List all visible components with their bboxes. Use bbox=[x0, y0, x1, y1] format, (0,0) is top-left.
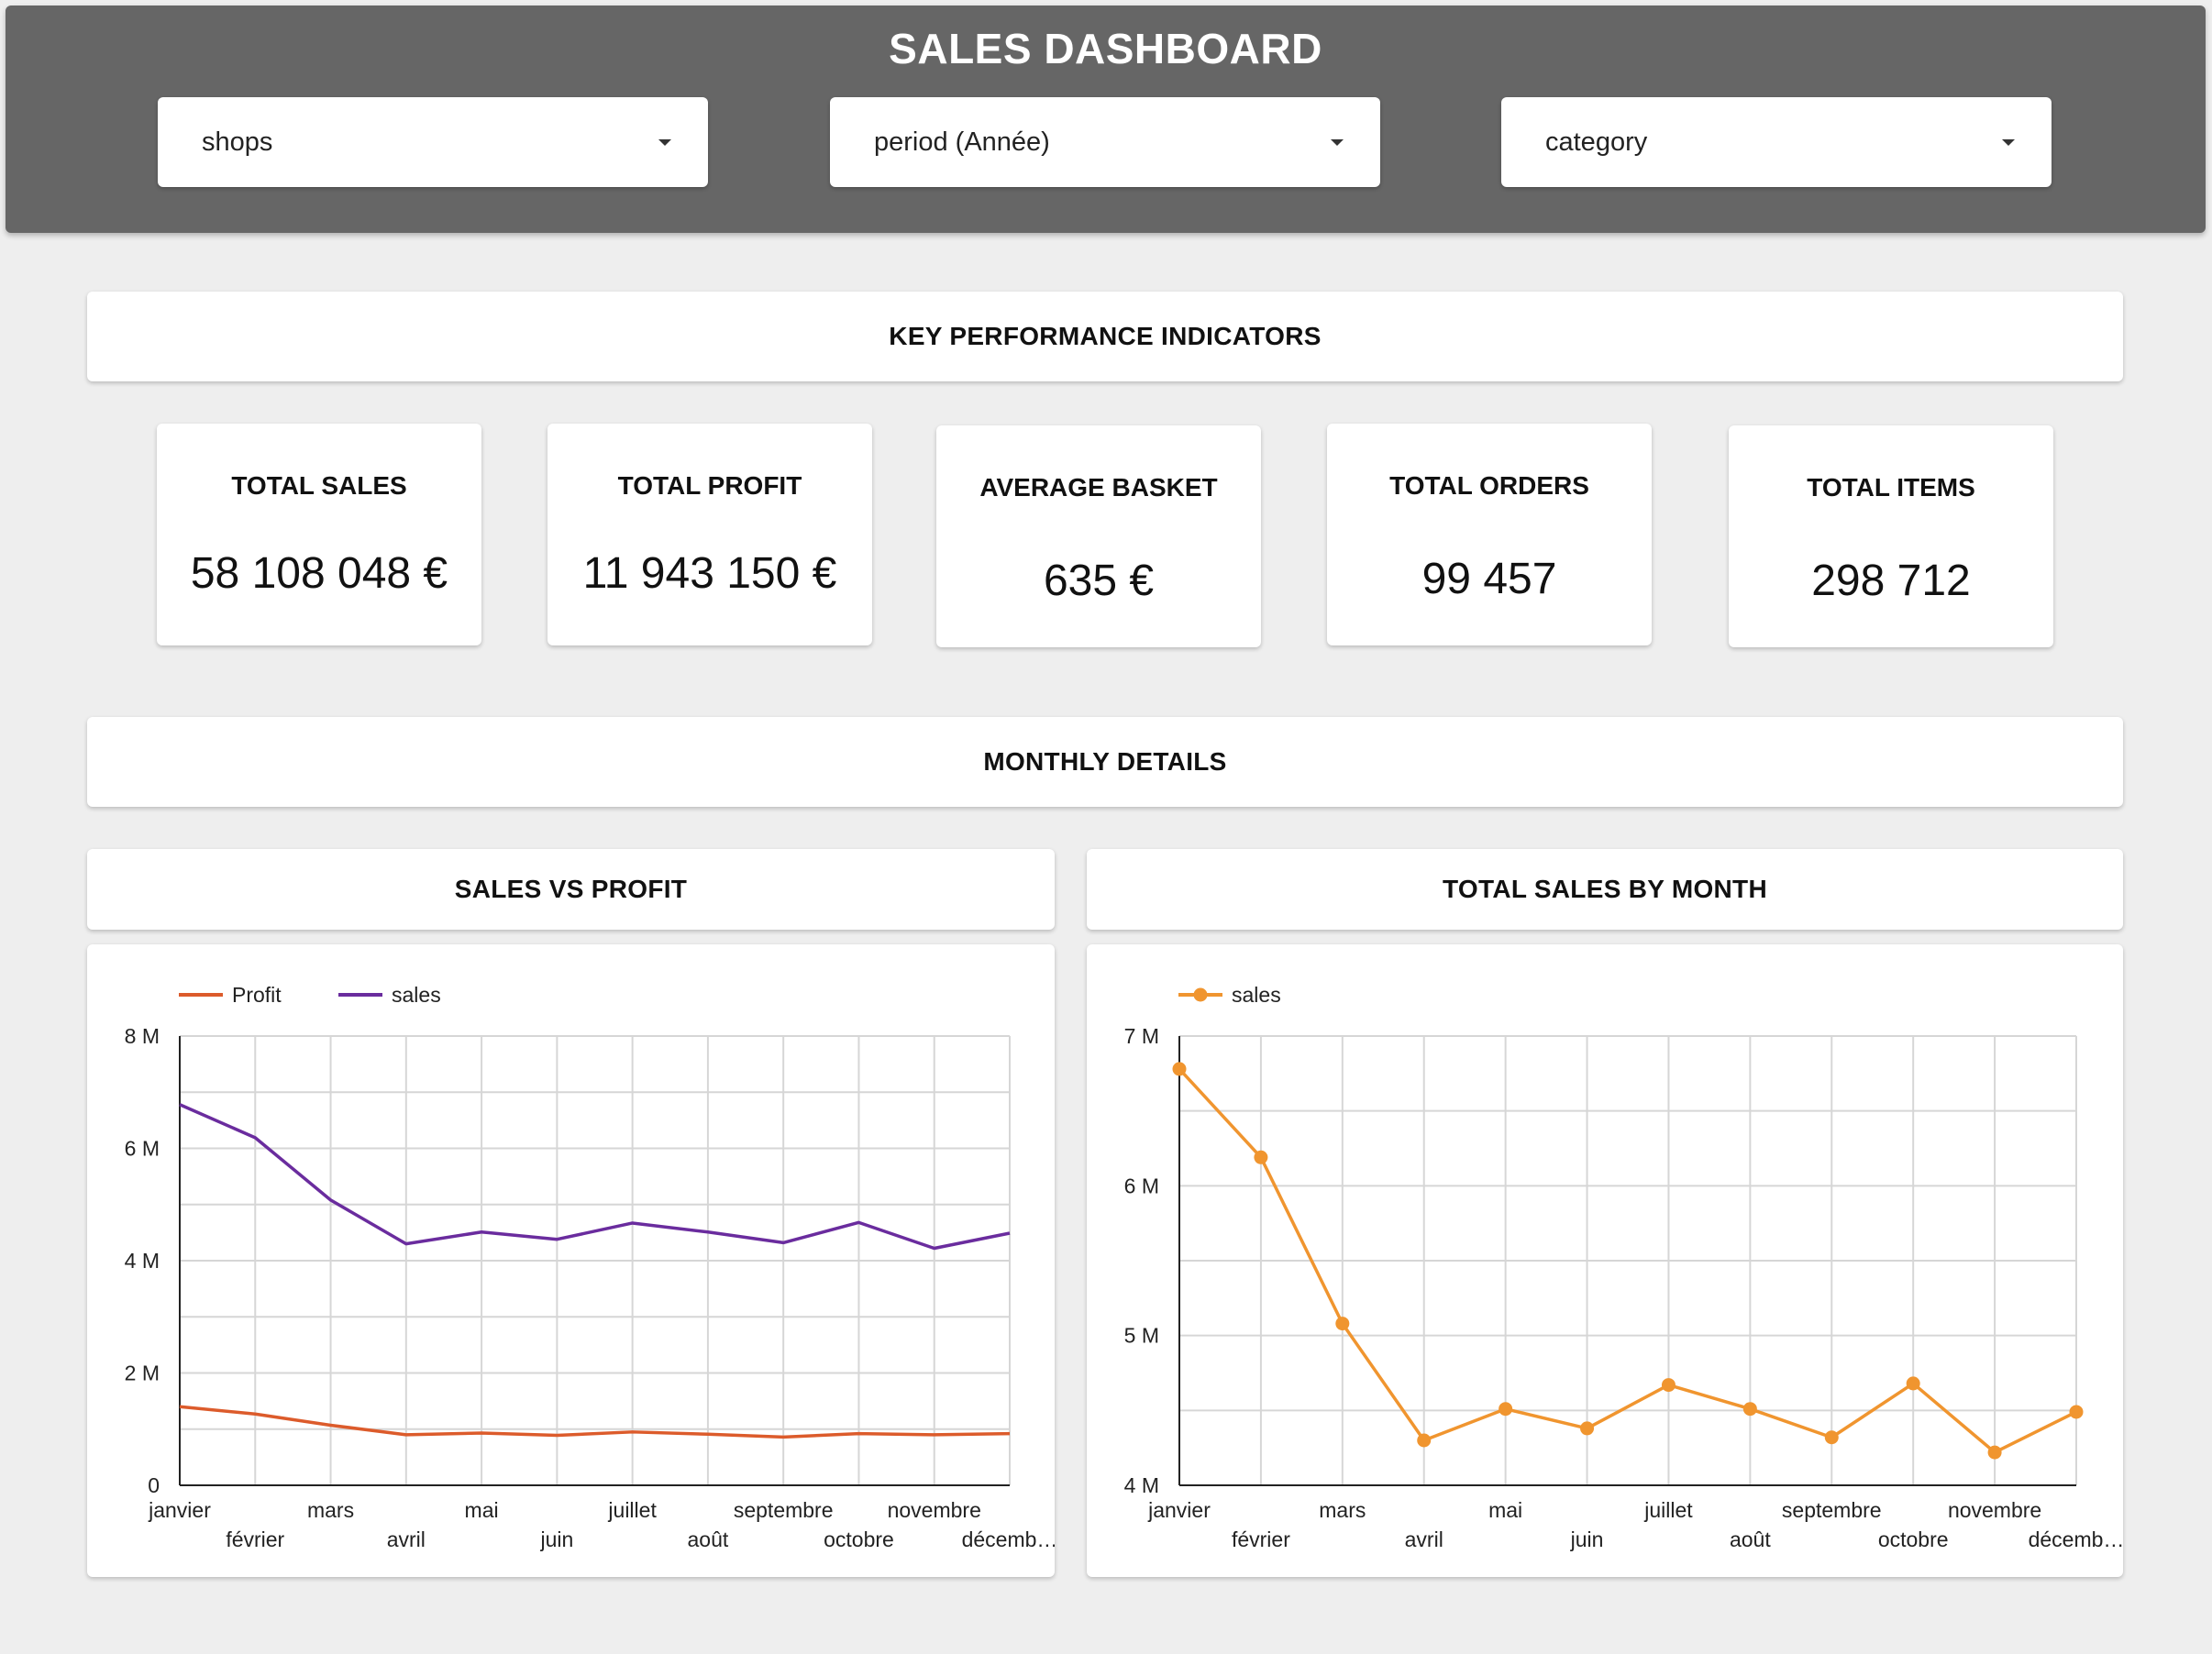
series-line-sales bbox=[179, 1103, 1011, 1251]
data-point bbox=[1661, 1378, 1676, 1393]
total-sales-by-month-chart-panel: 4 M 5 M 6 M 7 M janvier février mars avril mai ju… bbox=[1087, 944, 2125, 1577]
monthly-section-header: MONTHLY DETAILS bbox=[87, 717, 2123, 807]
y-tick-label: 2 M bbox=[125, 1362, 160, 1385]
legend-label: Profit bbox=[232, 983, 282, 1007]
data-point bbox=[1580, 1421, 1595, 1436]
x-tick-label: décemb… bbox=[962, 1527, 1055, 1551]
dashboard-title: SALES DASHBOARD bbox=[889, 25, 1322, 72]
x-tick-label: juillet bbox=[607, 1498, 657, 1522]
data-point bbox=[1254, 1150, 1268, 1164]
y-tick-label: 4 M bbox=[125, 1249, 160, 1273]
sales-vs-profit-header: SALES VS PROFIT bbox=[87, 849, 1055, 930]
legend-label: sales bbox=[392, 983, 441, 1007]
kpi-label: TOTAL ITEMS bbox=[1807, 473, 1975, 502]
shops-filter-select[interactable]: shops bbox=[158, 97, 708, 187]
sales-vs-profit-chart: 0 2 M 4 M 6 M 8 M janvier février mars avril mai j… bbox=[125, 983, 1058, 1551]
chevron-down-icon bbox=[1331, 138, 1344, 146]
kpi-card-average-basket: AVERAGE BASKET 635 € bbox=[936, 425, 1261, 647]
sales-vs-profit-chart-panel: 0 2 M 4 M 6 M 8 M janvier février mars avril mai j… bbox=[87, 944, 1058, 1577]
data-point bbox=[1824, 1430, 1839, 1445]
header-bar: SALES DASHBOARD shops period (Année) cat… bbox=[6, 6, 2206, 233]
data-point bbox=[1987, 1445, 2002, 1460]
x-tick-label: septembre bbox=[734, 1498, 834, 1522]
kpi-value: 99 457 bbox=[1421, 555, 1557, 603]
period-filter-select[interactable]: period (Année) bbox=[830, 97, 1380, 187]
kpi-card-total-sales: TOTAL SALES 58 108 048 € bbox=[157, 424, 481, 645]
kpi-label: AVERAGE BASKET bbox=[979, 473, 1218, 502]
series-line-profit bbox=[179, 1405, 1011, 1439]
x-tick-label: janvier bbox=[1147, 1498, 1211, 1522]
x-tick-label: mai bbox=[1488, 1498, 1522, 1522]
kpi-card-total-orders: TOTAL ORDERS 99 457 bbox=[1327, 424, 1652, 645]
x-tick-label: janvier bbox=[148, 1498, 211, 1522]
kpi-value: 11 943 150 € bbox=[582, 549, 837, 598]
x-tick-label: avril bbox=[387, 1527, 426, 1551]
kpi-card-total-items: TOTAL ITEMS 298 712 bbox=[1729, 425, 2053, 647]
kpi-value: 635 € bbox=[1043, 557, 1155, 605]
kpi-value: 298 712 bbox=[1811, 557, 1971, 605]
x-tick-label: février bbox=[226, 1527, 284, 1551]
x-tick-label: août bbox=[1730, 1527, 1771, 1551]
kpi-label: TOTAL PROFIT bbox=[617, 471, 802, 500]
x-tick-label: mars bbox=[1319, 1498, 1366, 1522]
y-tick-label: 6 M bbox=[125, 1137, 160, 1161]
chevron-down-icon bbox=[658, 138, 671, 146]
legend-marker bbox=[1193, 987, 1208, 1002]
x-tick-label: mars bbox=[307, 1498, 354, 1522]
x-tick-label: août bbox=[688, 1527, 729, 1551]
sales-vs-profit-title: SALES VS PROFIT bbox=[454, 875, 688, 903]
total-sales-by-month-chart: 4 M 5 M 6 M 7 M janvier février mars avril mai ju… bbox=[1124, 983, 2125, 1551]
total-sales-by-month-title: TOTAL SALES BY MONTH bbox=[1443, 875, 1767, 903]
y-tick-label: 7 M bbox=[1124, 1024, 1159, 1048]
monthly-section-title: MONTHLY DETAILS bbox=[983, 747, 1227, 776]
x-tick-label: février bbox=[1232, 1527, 1290, 1551]
x-tick-label: avril bbox=[1405, 1527, 1443, 1551]
data-point bbox=[1417, 1433, 1432, 1448]
x-tick-label: mai bbox=[465, 1498, 499, 1522]
x-tick-label: juillet bbox=[1643, 1498, 1693, 1522]
data-point bbox=[1335, 1317, 1350, 1331]
x-tick-label: septembre bbox=[1782, 1498, 1882, 1522]
legend-label: sales bbox=[1232, 983, 1281, 1007]
data-point bbox=[1742, 1402, 1757, 1417]
x-tick-label: juin bbox=[539, 1527, 573, 1551]
total-sales-by-month-header: TOTAL SALES BY MONTH bbox=[1087, 849, 2123, 930]
kpi-value: 58 108 048 € bbox=[190, 549, 448, 598]
x-tick-label: octobre bbox=[1878, 1527, 1949, 1551]
shops-filter-label: shops bbox=[202, 127, 273, 157]
y-tick-label: 0 bbox=[148, 1473, 160, 1497]
data-point bbox=[1172, 1062, 1187, 1076]
x-tick-label: décemb… bbox=[2029, 1527, 2123, 1551]
x-tick-label: juin bbox=[1570, 1527, 1604, 1551]
kpi-section-header: KEY PERFORMANCE INDICATORS bbox=[87, 292, 2123, 381]
kpi-card-total-profit: TOTAL PROFIT 11 943 150 € bbox=[547, 424, 872, 645]
y-tick-label: 4 M bbox=[1124, 1473, 1159, 1497]
period-filter-label: period (Année) bbox=[874, 127, 1050, 157]
category-filter-label: category bbox=[1545, 127, 1648, 157]
category-filter-select[interactable]: category bbox=[1501, 97, 2052, 187]
y-tick-label: 8 M bbox=[125, 1024, 160, 1048]
kpi-section-title: KEY PERFORMANCE INDICATORS bbox=[889, 322, 1322, 350]
data-point bbox=[1906, 1376, 1920, 1391]
data-point bbox=[2069, 1405, 2084, 1419]
x-tick-label: octobre bbox=[824, 1527, 894, 1551]
x-tick-label: novembre bbox=[888, 1498, 981, 1522]
y-tick-label: 5 M bbox=[1124, 1324, 1159, 1348]
kpi-label: TOTAL ORDERS bbox=[1389, 471, 1589, 500]
kpi-label: TOTAL SALES bbox=[231, 471, 407, 500]
x-tick-label: novembre bbox=[1948, 1498, 2041, 1522]
chevron-down-icon bbox=[2002, 138, 2015, 146]
data-point bbox=[1499, 1402, 1513, 1417]
y-tick-label: 6 M bbox=[1124, 1174, 1159, 1197]
